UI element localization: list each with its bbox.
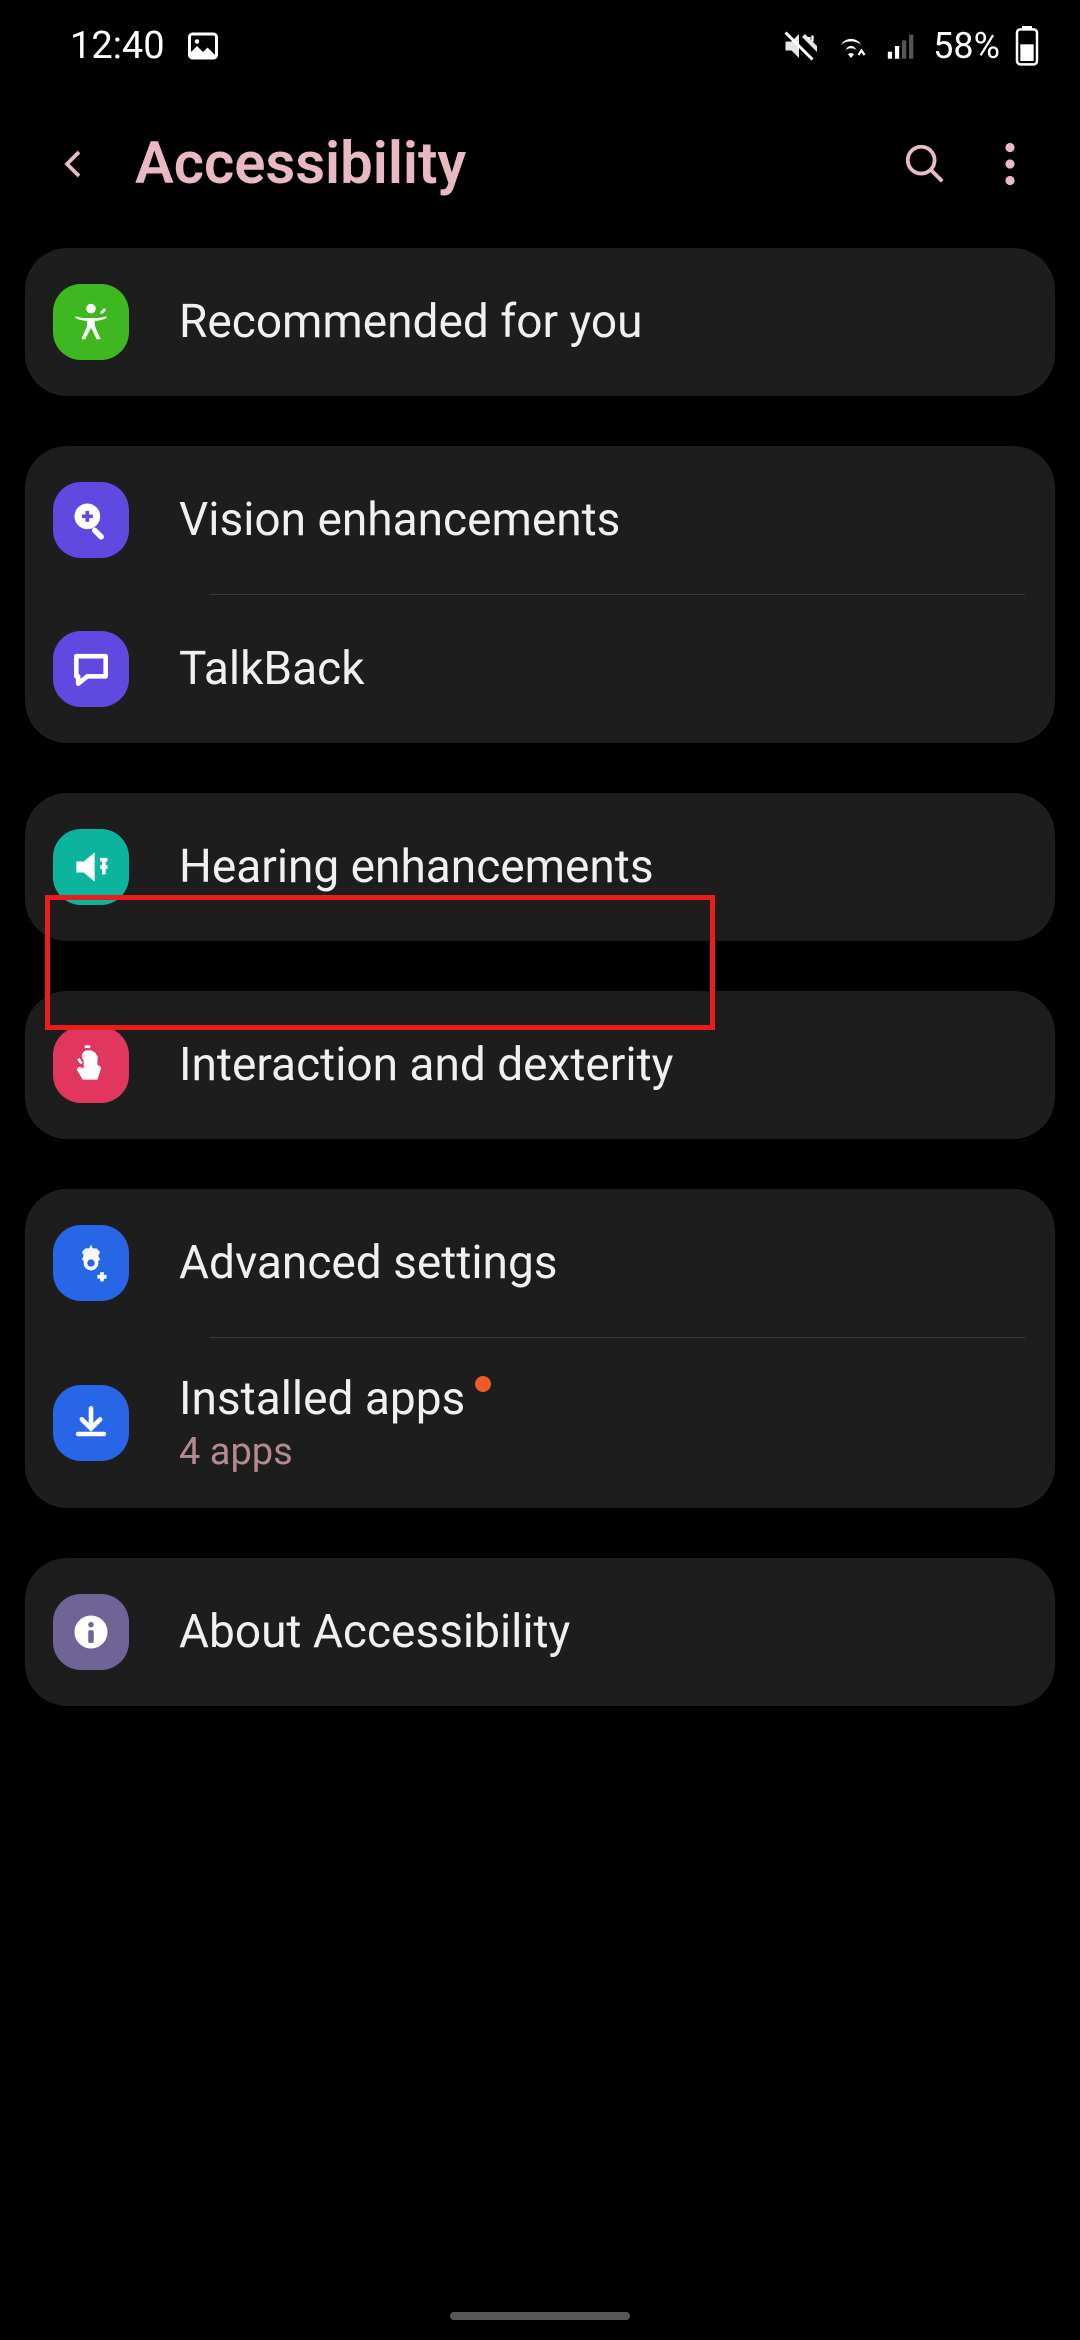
card-group: About Accessibility xyxy=(25,1558,1055,1706)
search-button[interactable] xyxy=(900,141,950,187)
more-button[interactable] xyxy=(980,142,1040,186)
item-hearing-enhancements[interactable]: Hearing enhancements xyxy=(25,793,1055,941)
item-vision-enhancements[interactable]: Vision enhancements xyxy=(25,446,1055,594)
person-icon xyxy=(53,284,129,360)
item-installed-apps[interactable]: Installed apps 4 apps xyxy=(25,1338,1055,1508)
item-label: Installed apps xyxy=(179,1372,491,1426)
item-label: Recommended for you xyxy=(179,295,642,349)
card-group: Hearing enhancements xyxy=(25,793,1055,941)
chat-icon xyxy=(53,631,129,707)
item-advanced-settings[interactable]: Advanced settings xyxy=(25,1189,1055,1337)
item-recommended[interactable]: Recommended for you xyxy=(25,248,1055,396)
item-label: Vision enhancements xyxy=(179,493,620,547)
item-label: Interaction and dexterity xyxy=(179,1038,673,1092)
signal-icon xyxy=(885,29,919,63)
info-icon xyxy=(53,1594,129,1670)
card-group: Advanced settings Installed apps 4 apps xyxy=(25,1189,1055,1508)
item-talkback[interactable]: TalkBack xyxy=(25,595,1055,743)
item-sublabel: 4 apps xyxy=(179,1430,491,1474)
item-label: Hearing enhancements xyxy=(179,840,654,894)
app-header: Accessibility xyxy=(0,80,1080,248)
speaker-icon xyxy=(53,829,129,905)
notification-dot xyxy=(475,1376,491,1392)
battery-pct: 58% xyxy=(933,25,1000,67)
wifi-icon xyxy=(831,28,871,64)
status-right: 58% xyxy=(781,25,1040,67)
status-left: 12:40 xyxy=(70,24,221,68)
item-label: Advanced settings xyxy=(179,1236,558,1290)
card-group: Recommended for you xyxy=(25,248,1055,396)
nav-indicator[interactable] xyxy=(450,2312,630,2320)
status-bar: 12:40 58% xyxy=(0,0,1080,80)
item-about-accessibility[interactable]: About Accessibility xyxy=(25,1558,1055,1706)
page-title: Accessibility xyxy=(135,130,870,198)
item-label: TalkBack xyxy=(179,642,365,696)
download-icon xyxy=(53,1385,129,1461)
gear-plus-icon xyxy=(53,1225,129,1301)
image-icon xyxy=(185,28,221,64)
mute-icon xyxy=(781,28,817,64)
item-label: About Accessibility xyxy=(179,1605,570,1659)
card-group: Interaction and dexterity xyxy=(25,991,1055,1139)
touch-icon xyxy=(53,1027,129,1103)
status-time: 12:40 xyxy=(70,24,165,68)
settings-list: Recommended for you Vision enhancements … xyxy=(0,248,1080,1706)
magnify-plus-icon xyxy=(53,482,129,558)
battery-icon xyxy=(1014,26,1040,66)
item-interaction-dexterity[interactable]: Interaction and dexterity xyxy=(25,991,1055,1139)
back-button[interactable] xyxy=(55,139,105,189)
card-group: Vision enhancements TalkBack xyxy=(25,446,1055,743)
